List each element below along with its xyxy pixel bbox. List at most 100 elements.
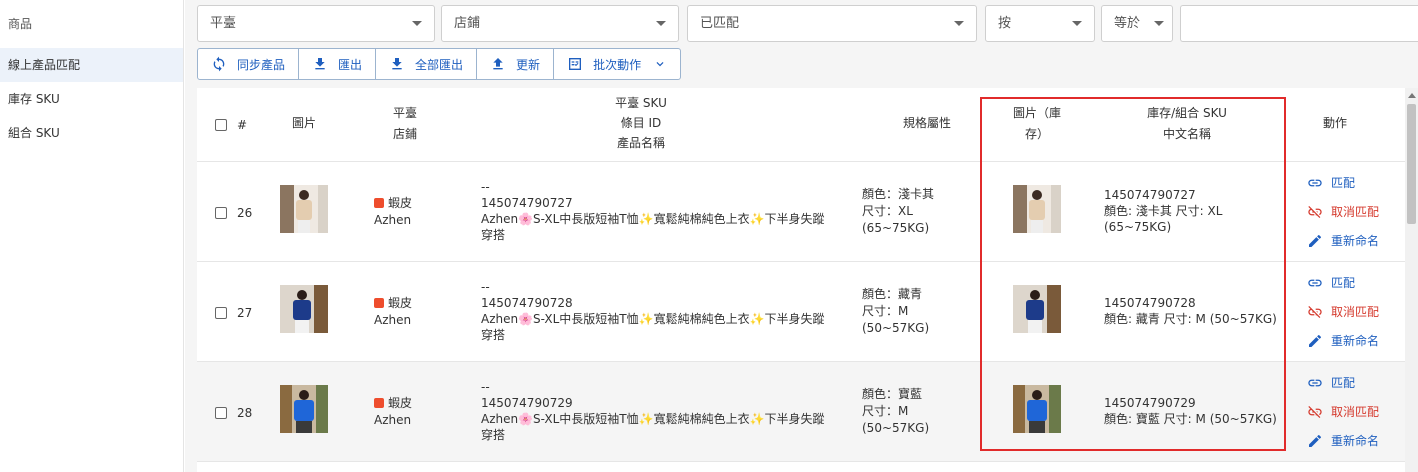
- inventory-image[interactable]: [1013, 285, 1061, 333]
- unmatch-label: 取消匹配: [1331, 205, 1380, 219]
- pencil-icon: [1309, 334, 1322, 347]
- header-chinese-name: 中文名稱: [1162, 127, 1211, 141]
- header-index: #: [237, 118, 248, 132]
- product-image[interactable]: [280, 285, 328, 333]
- operator-value: 等於: [1114, 16, 1141, 31]
- row-number: 27: [237, 306, 253, 320]
- table-header: # 圖片 平臺 店鋪 平臺 SKU 條目 ID 產品名稱 規格屬性 圖片（庫 存…: [197, 88, 1405, 162]
- export-all-button[interactable]: 全部匯出: [376, 49, 478, 79]
- header-spec: 規格屬性: [902, 116, 951, 130]
- item-id: 145074790727: [481, 196, 573, 210]
- row-actions: 匹配 取消匹配 重新命名: [1307, 368, 1379, 455]
- unmatch-button[interactable]: 取消匹配: [1307, 197, 1379, 226]
- export-button[interactable]: 匯出: [299, 49, 377, 79]
- spec-weight: (65~75KG): [862, 221, 930, 235]
- product-name-cont: 穿搭: [481, 328, 506, 342]
- rename-label: 重新命名: [1331, 334, 1380, 348]
- match-button[interactable]: 匹配: [1307, 168, 1379, 197]
- item-id: 145074790728: [481, 296, 573, 310]
- batch-actions-label: 批次動作: [593, 57, 642, 72]
- rename-button[interactable]: 重新命名: [1307, 426, 1379, 455]
- unmatch-label: 取消匹配: [1331, 305, 1380, 319]
- inventory-image[interactable]: [1013, 185, 1061, 233]
- platform-shop: 蝦皮 Azhen: [374, 295, 412, 329]
- product-info: -- 145074790729 Azhen🌸S-XL中長版短袖T恤✨寬鬆純棉純色…: [481, 379, 825, 443]
- select-all-checkbox[interactable]: [215, 119, 227, 131]
- unmatch-button[interactable]: 取消匹配: [1307, 397, 1379, 426]
- table-row: 26 蝦皮 Azhen -- 145074790727 Azhen🌸S-XL中長…: [197, 162, 1405, 262]
- spec-color: 顏色：淺卡其: [862, 187, 935, 201]
- product-image[interactable]: [280, 385, 328, 433]
- inventory-name-cont: (65~75KG): [1104, 220, 1172, 234]
- link-icon: [1308, 379, 1322, 386]
- match-status-select[interactable]: 已匹配: [687, 5, 977, 42]
- link-icon: [1308, 179, 1322, 186]
- header-image: 圖片: [291, 116, 316, 130]
- row-checkbox[interactable]: [215, 407, 227, 419]
- spec-color: 顏色：寶藍: [862, 387, 923, 401]
- shopee-icon: [374, 398, 384, 408]
- shopee-icon: [374, 198, 384, 208]
- search-input[interactable]: [1180, 5, 1418, 42]
- download-icon: [315, 58, 325, 70]
- product-name: Azhen🌸S-XL中長版短袖T恤✨寬鬆純棉純色上衣✨下半身失蹤: [481, 412, 825, 426]
- row-number: 26: [237, 206, 253, 220]
- link-off-icon: [1308, 305, 1322, 318]
- operator-select[interactable]: 等於: [1101, 5, 1173, 42]
- sidebar-item-inventory-sku[interactable]: 庫存 SKU: [0, 82, 183, 116]
- export-all-label: 全部匯出: [415, 57, 464, 72]
- row-actions: 匹配 取消匹配 重新命名: [1307, 268, 1379, 355]
- platform-select[interactable]: 平臺: [197, 5, 435, 42]
- row-checkbox[interactable]: [215, 307, 227, 319]
- unmatch-label: 取消匹配: [1331, 405, 1380, 419]
- chevron-down-icon: [1154, 21, 1164, 26]
- scroll-up-arrow-icon[interactable]: [1408, 93, 1416, 98]
- update-button[interactable]: 更新: [477, 49, 555, 79]
- product-info: -- 145074790727 Azhen🌸S-XL中長版短袖T恤✨寬鬆純棉純色…: [481, 179, 825, 243]
- sidebar-item-combo-sku[interactable]: 組合 SKU: [0, 116, 183, 150]
- shop-name: Azhen: [374, 313, 412, 327]
- product-name-cont: 穿搭: [481, 428, 506, 442]
- sidebar-item-online-product-match[interactable]: 線上產品匹配: [0, 48, 183, 82]
- platform-name: 蝦皮: [388, 296, 413, 310]
- link-off-icon: [1308, 205, 1322, 218]
- platform-sku: --: [481, 280, 490, 294]
- search-by-value: 按: [998, 16, 1012, 31]
- sync-products-label: 同步產品: [237, 57, 286, 72]
- header-shop: 店鋪: [392, 127, 417, 141]
- rename-label: 重新命名: [1331, 234, 1380, 248]
- platform-shop: 蝦皮 Azhen: [374, 395, 412, 429]
- header-platform: 平臺: [392, 106, 417, 120]
- platform-sku: --: [481, 180, 490, 194]
- shopee-icon: [374, 298, 384, 308]
- shop-name: Azhen: [374, 413, 412, 427]
- vertical-scrollbar[interactable]: [1405, 88, 1418, 472]
- match-button[interactable]: 匹配: [1307, 368, 1379, 397]
- checklist-icon: [569, 58, 582, 70]
- product-image[interactable]: [280, 185, 328, 233]
- sync-products-button[interactable]: 同步產品: [198, 49, 300, 79]
- inventory-image[interactable]: [1013, 385, 1061, 433]
- match-button[interactable]: 匹配: [1307, 268, 1379, 297]
- spec-size: 尺寸：M: [862, 404, 909, 418]
- scrollbar-thumb[interactable]: [1407, 104, 1416, 224]
- rename-button[interactable]: 重新命名: [1307, 326, 1379, 355]
- row-actions: 匹配 取消匹配 重新命名: [1307, 168, 1379, 255]
- batch-actions-button[interactable]: 批次動作: [554, 49, 680, 79]
- unmatch-button[interactable]: 取消匹配: [1307, 297, 1379, 326]
- header-platform-sku: 平臺 SKU: [615, 96, 667, 110]
- shop-name: Azhen: [374, 213, 412, 227]
- inventory-sku-info: 145074790729 顏色: 寶藍 尺寸: M (50~57KG): [1104, 395, 1277, 427]
- platform-sku: --: [481, 380, 490, 394]
- pencil-icon: [1309, 234, 1322, 247]
- inventory-name: 顏色: 寶藍 尺寸: M (50~57KG): [1104, 412, 1277, 426]
- update-label: 更新: [516, 57, 541, 72]
- inventory-sku-info: 145074790728 顏色: 藏青 尺寸: M (50~57KG): [1104, 295, 1277, 327]
- row-checkbox[interactable]: [215, 207, 227, 219]
- spec-attributes: 顏色：寶藍 尺寸：M (50~57KG): [862, 386, 929, 437]
- match-label: 匹配: [1331, 376, 1356, 390]
- header-product-name: 產品名稱: [616, 136, 665, 150]
- rename-button[interactable]: 重新命名: [1307, 226, 1379, 255]
- search-by-select[interactable]: 按: [985, 5, 1095, 42]
- shop-select[interactable]: 店鋪: [441, 5, 679, 42]
